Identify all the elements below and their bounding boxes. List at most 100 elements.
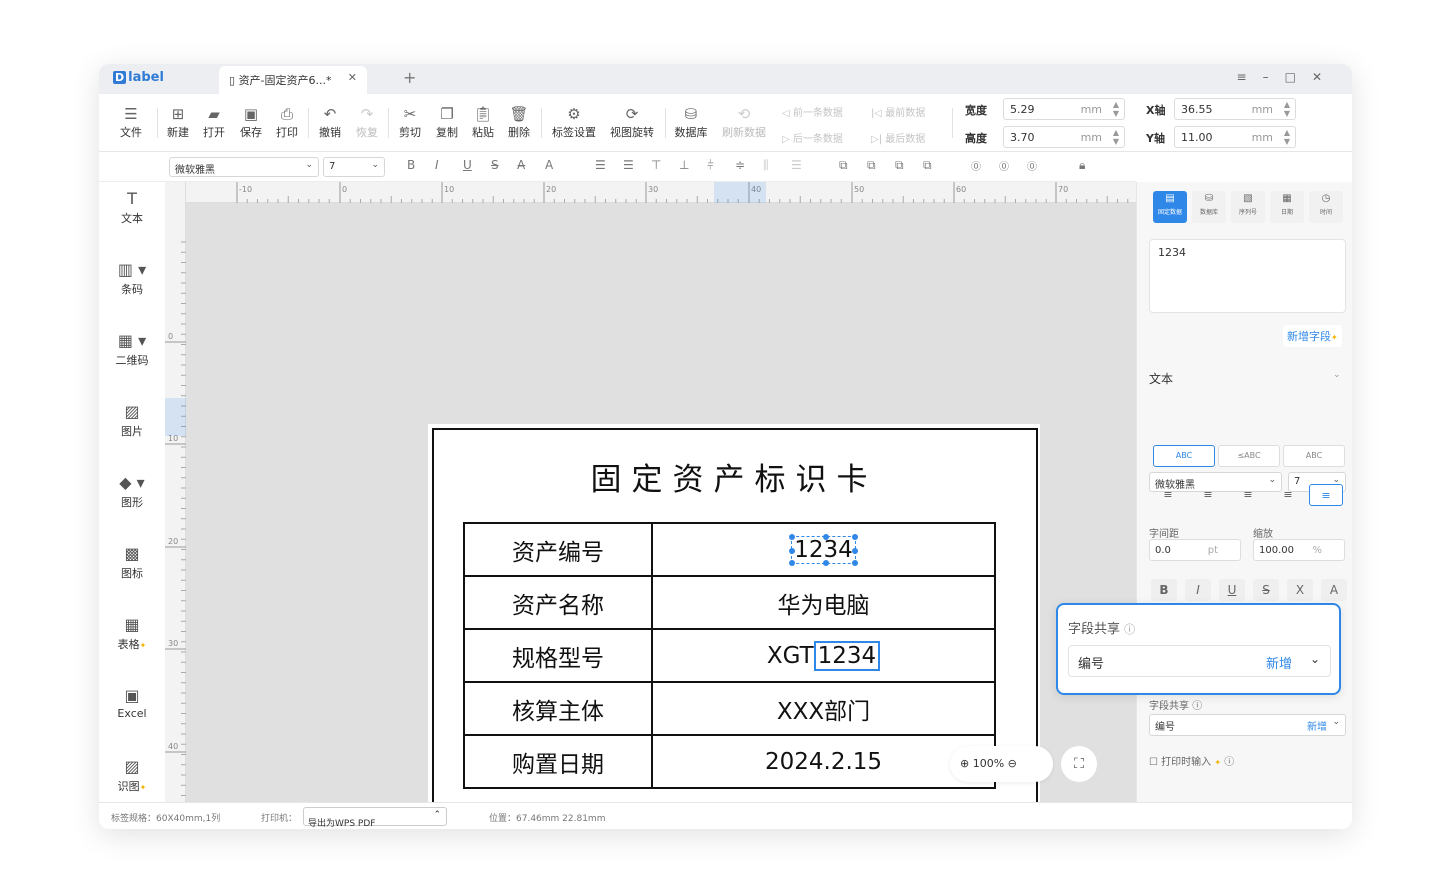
copy-button[interactable]: ❐ 复制: [429, 104, 465, 140]
x-input[interactable]: 36.55 mm ▲ ▼: [1174, 98, 1296, 120]
save-button[interactable]: ▣ 保存: [233, 104, 269, 140]
text-effect-icon[interactable]: A̶: [517, 158, 525, 172]
tab-database[interactable]: ⛁ 数据库: [1192, 191, 1226, 223]
format-normal-button[interactable]: ABC: [1153, 445, 1215, 467]
next-record-button[interactable]: ▷ 后一条数据: [782, 130, 843, 145]
popup-add-link[interactable]: 新增: [1266, 653, 1292, 672]
font-effect-button[interactable]: A: [1321, 579, 1347, 601]
italic-button[interactable]: I: [1185, 579, 1211, 601]
tool-image[interactable]: ▨ 图片: [99, 401, 165, 439]
tool-excel[interactable]: ▣ Excel: [99, 685, 165, 720]
distribute-h-icon[interactable]: ⫩: [707, 158, 714, 173]
equal-height-icon[interactable]: ☰: [791, 158, 802, 172]
close-window-icon[interactable]: ✕: [1312, 70, 1338, 84]
table-value[interactable]: 2024.2.15: [651, 734, 996, 789]
selected-text-element[interactable]: 1234: [789, 533, 858, 566]
data-textarea[interactable]: 1234: [1149, 239, 1346, 313]
align-right-icon[interactable]: ☰: [623, 158, 634, 172]
font-size-select[interactable]: 7 ⌄: [323, 157, 385, 177]
tool-text[interactable]: T 文本: [99, 188, 165, 226]
share-add-link[interactable]: 新增: [1307, 718, 1327, 733]
y-input[interactable]: 11.00 mm ▲ ▼: [1174, 126, 1296, 148]
align-left-icon[interactable]: ☰: [595, 158, 606, 172]
tool-shape[interactable]: ◆ ▾ 图形: [99, 472, 165, 510]
bold-icon[interactable]: B: [407, 158, 415, 172]
distribute-icon[interactable]: ≡: [1309, 484, 1343, 506]
card-title[interactable]: 固定资产标识卡: [428, 454, 1040, 499]
tab-date[interactable]: ▦ 日期: [1270, 191, 1304, 223]
asset-table[interactable]: 资产编号 1234 资产名称 华为电脑 规格型号 XGT 1234 核算主体 XXX部门 …: [463, 522, 996, 789]
send-backward-icon[interactable]: ⧉: [923, 158, 932, 173]
first-record-button[interactable]: |◁ 最前数据: [871, 104, 925, 119]
rotate-90-icon[interactable]: ⓪: [971, 158, 981, 173]
tool-barcode[interactable]: ▥ ▾ 条码: [99, 259, 165, 297]
format-wrap-button[interactable]: ≤ABC: [1218, 445, 1280, 467]
height-input[interactable]: 3.70 mm ▲ ▼: [1003, 126, 1125, 148]
tab-fixed-data[interactable]: ▤ 固定数据: [1153, 191, 1187, 223]
collapse-icon[interactable]: ⌄: [1333, 370, 1341, 380]
prev-record-button[interactable]: ◁ 前一条数据: [782, 104, 843, 119]
table-key[interactable]: 核算主体: [463, 681, 653, 736]
database-button[interactable]: ⛁ 数据库: [671, 104, 711, 140]
last-record-button[interactable]: ▷| 最后数据: [871, 130, 925, 145]
spinner-icon[interactable]: ▲ ▼: [1284, 100, 1290, 118]
underline-icon[interactable]: U: [463, 158, 472, 172]
table-value[interactable]: 华为电脑: [651, 575, 996, 630]
tool-icon[interactable]: ▩ 图标: [99, 543, 165, 581]
bold-button[interactable]: B: [1151, 579, 1177, 601]
zoom-out-icon[interactable]: ⊖: [1008, 757, 1017, 770]
design-canvas[interactable]: 固定资产标识卡 资产编号 1234 资产名称 华为电脑 规格型号 XGT 1234 核算…: [186, 203, 1218, 829]
align-center-icon[interactable]: ≡: [1191, 484, 1225, 506]
delete-button[interactable]: 🗑︎ 删除: [501, 104, 537, 140]
italic-icon[interactable]: I: [435, 158, 439, 172]
tab-time[interactable]: ◷ 时间: [1309, 191, 1343, 223]
width-input[interactable]: 5.29 mm ▲ ▼: [1003, 98, 1125, 120]
spinner-icon[interactable]: ▲ ▼: [1113, 128, 1119, 146]
open-button[interactable]: ▰ 打开: [196, 104, 232, 140]
font-select[interactable]: 微软雅黑 ⌄: [169, 157, 319, 177]
clear-format-button[interactable]: X: [1287, 579, 1313, 601]
file-button[interactable]: ☰ 文件: [113, 104, 149, 140]
tab-close-icon[interactable]: ✕: [348, 71, 357, 84]
redo-button[interactable]: ↷ 恢复: [349, 104, 385, 140]
tool-recognize[interactable]: ▨ 识图✦: [99, 756, 165, 794]
printer-select[interactable]: 导出为WPS PDF ⌃: [303, 807, 447, 829]
font-color-icon[interactable]: A: [545, 158, 553, 172]
tool-qrcode[interactable]: ▦ ▾ 二维码: [99, 330, 165, 368]
table-key[interactable]: 规格型号: [463, 628, 653, 683]
scale-input[interactable]: 100.00%: [1253, 539, 1345, 561]
label-paper[interactable]: 固定资产标识卡 资产编号 1234 资产名称 华为电脑 规格型号 XGT 1234 核算…: [428, 424, 1040, 829]
rotate-180-icon[interactable]: ⓪: [999, 158, 1009, 173]
strikethrough-icon[interactable]: S: [491, 158, 499, 172]
table-key[interactable]: 资产编号: [463, 522, 653, 577]
strikethrough-button[interactable]: S: [1253, 579, 1279, 601]
print-input-checkbox[interactable]: ☐ 打印时输入 ✦ ⓘ: [1149, 753, 1234, 768]
equal-width-icon[interactable]: ⫼: [763, 158, 769, 173]
view-rotate-button[interactable]: ⟳ 视图旋转: [607, 104, 657, 140]
justify-icon[interactable]: ≡: [1271, 484, 1305, 506]
lock-icon[interactable]: 🔒︎: [1079, 158, 1085, 173]
spinner-icon[interactable]: ▲ ▼: [1284, 128, 1290, 146]
table-value[interactable]: XGT 1234: [651, 628, 996, 683]
spinner-icon[interactable]: ▲ ▼: [1113, 100, 1119, 118]
new-button[interactable]: ⊞ 新建: [160, 104, 196, 140]
refresh-data-button[interactable]: ⟲ 刷新数据: [719, 104, 769, 140]
align-bottom-icon[interactable]: ⊥: [679, 158, 689, 172]
paste-button[interactable]: 📋︎ 粘贴: [465, 104, 501, 140]
chevron-down-icon[interactable]: ⌄: [1310, 652, 1320, 666]
label-settings-button[interactable]: ⚙ 标签设置: [549, 104, 599, 140]
bring-forward-icon[interactable]: ⧉: [895, 158, 904, 173]
underline-button[interactable]: U: [1219, 579, 1245, 601]
help-icon[interactable]: ⓘ: [1192, 701, 1202, 712]
bring-front-icon[interactable]: ⧉: [839, 158, 848, 173]
maximize-icon[interactable]: □: [1285, 70, 1312, 84]
add-field-button[interactable]: 新增字段✦: [1283, 325, 1342, 347]
tool-table[interactable]: ▦ 表格✦: [99, 614, 165, 652]
tab-serial[interactable]: ▧ 序列号: [1231, 191, 1265, 223]
help-icon[interactable]: ⓘ: [1124, 623, 1135, 636]
align-right-icon[interactable]: ≡: [1231, 484, 1265, 506]
print-button[interactable]: ⎙ 打印: [269, 104, 305, 140]
share-field-select[interactable]: 编号 新增 ⌄: [1149, 714, 1346, 736]
highlighted-field[interactable]: 1234: [813, 640, 881, 671]
help-icon[interactable]: ⓘ: [1224, 757, 1234, 768]
